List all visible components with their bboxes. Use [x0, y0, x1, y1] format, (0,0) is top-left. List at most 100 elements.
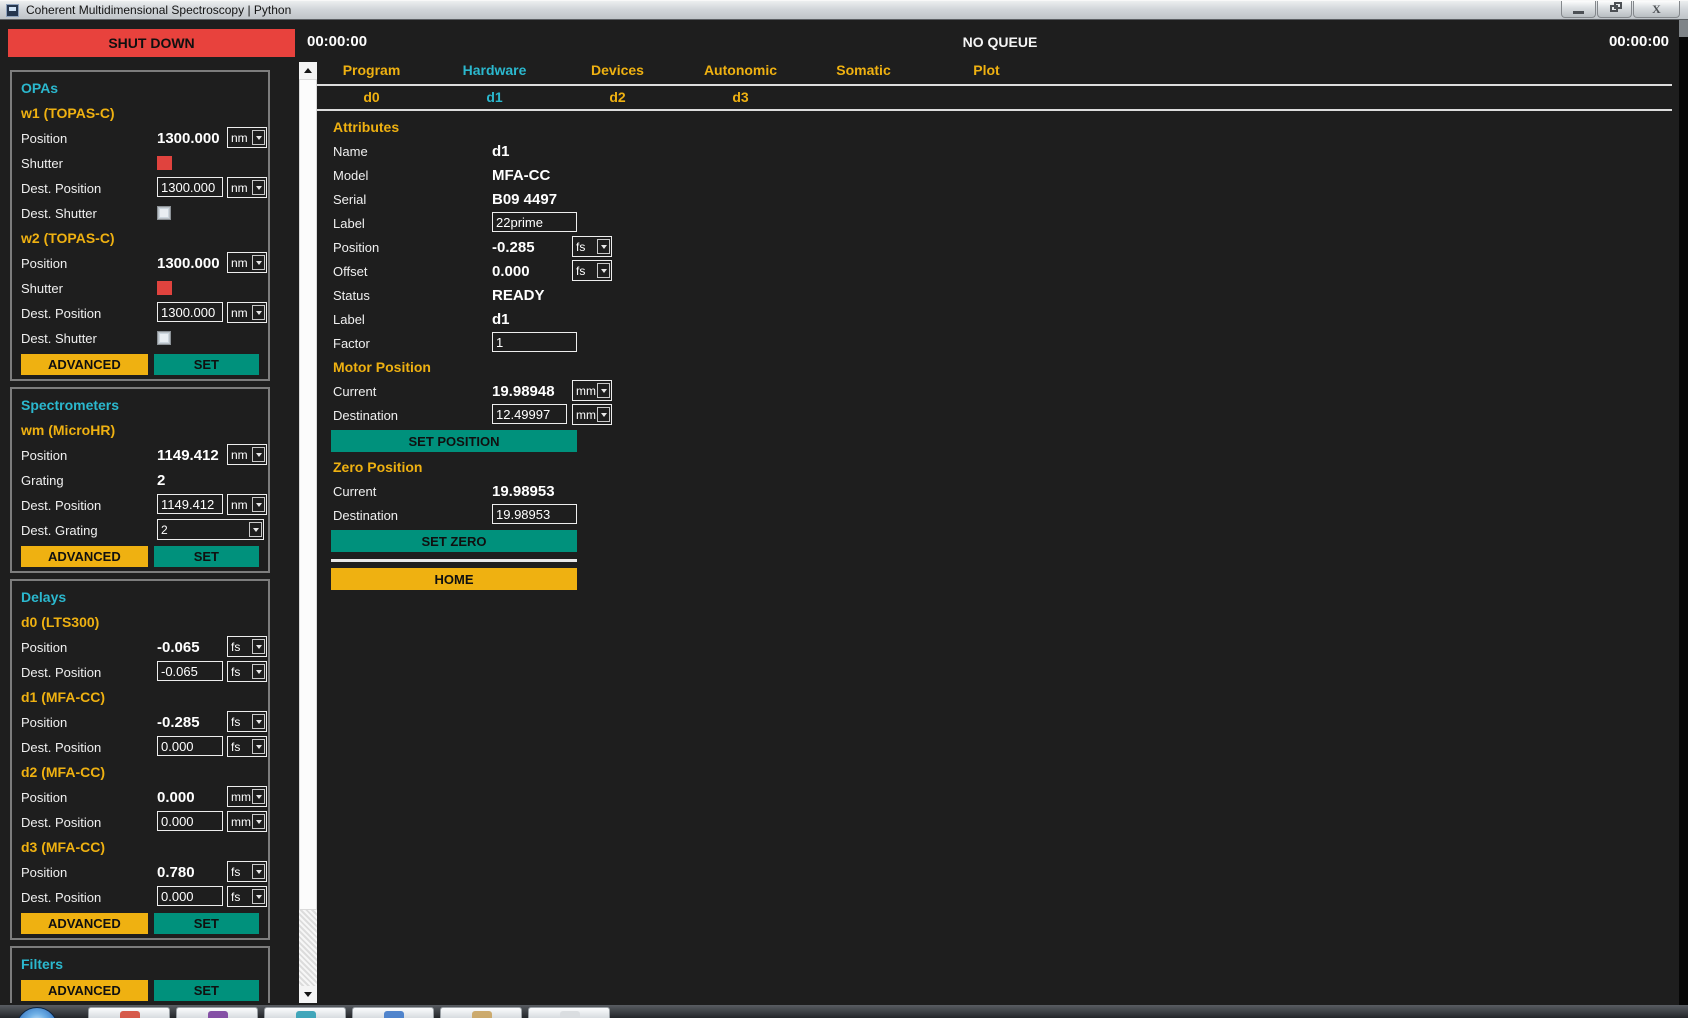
text-input[interactable] — [157, 302, 223, 322]
unit-select[interactable]: fs — [227, 886, 267, 907]
advanced-button[interactable]: ADVANCED — [21, 980, 148, 1001]
dropdown-arrow-icon[interactable] — [252, 639, 265, 654]
checkbox[interactable] — [157, 206, 171, 220]
taskbar-app-6-button[interactable] — [528, 1007, 610, 1018]
unit-select[interactable]: fs — [227, 861, 267, 882]
text-input[interactable] — [492, 404, 567, 424]
dropdown-arrow-icon[interactable] — [252, 789, 265, 804]
shutdown-button[interactable]: SHUT DOWN — [8, 29, 295, 57]
dropdown-arrow-icon[interactable] — [252, 497, 265, 512]
dropdown-arrow-icon[interactable] — [252, 814, 265, 829]
unit-select[interactable]: fs — [572, 236, 612, 257]
unit-select[interactable]: nm — [227, 444, 267, 465]
dropdown-arrow-icon[interactable] — [597, 383, 610, 398]
text-input[interactable] — [157, 886, 223, 906]
tab-plot[interactable]: Plot — [925, 60, 1048, 81]
dropdown-arrow-icon[interactable] — [252, 255, 265, 270]
text-input[interactable] — [492, 212, 577, 232]
value-display: -0.285 — [492, 236, 535, 256]
start-button[interactable] — [16, 1007, 58, 1018]
unit-select[interactable]: mm — [572, 380, 612, 401]
unit-select[interactable]: mm — [227, 811, 267, 832]
text-input[interactable] — [492, 332, 577, 352]
tab-autonomic[interactable]: Autonomic — [679, 60, 802, 81]
subtab-d2[interactable]: d2 — [556, 87, 679, 108]
minimize-button[interactable] — [1561, 1, 1596, 18]
unit-select[interactable]: fs — [227, 711, 267, 732]
os-taskbar — [0, 1005, 1688, 1018]
elapsed-timer: 00:00:00 — [307, 33, 367, 50]
dropdown-arrow-icon[interactable] — [252, 447, 265, 462]
unit-select[interactable]: fs — [227, 661, 267, 682]
taskbar-app-2-button[interactable] — [176, 1007, 258, 1018]
unit-select[interactable]: fs — [227, 736, 267, 757]
dropdown-arrow-icon[interactable] — [252, 864, 265, 879]
set-zero-button[interactable]: SET ZERO — [331, 530, 577, 552]
advanced-button[interactable]: ADVANCED — [21, 913, 148, 934]
dropdown-arrow-icon[interactable] — [252, 889, 265, 904]
tab-program[interactable]: Program — [310, 60, 433, 81]
sidebar-scrollbar[interactable] — [299, 62, 317, 1003]
unit-select[interactable]: nm — [227, 127, 267, 148]
close-button[interactable]: X — [1633, 1, 1680, 18]
set-button[interactable]: SET — [154, 546, 259, 567]
unit-select[interactable]: mm — [227, 786, 267, 807]
unit-select[interactable]: nm — [227, 302, 267, 323]
selected-option: mm — [573, 384, 597, 398]
advanced-button[interactable]: ADVANCED — [21, 354, 148, 375]
dropdown-arrow-icon[interactable] — [249, 522, 262, 537]
tab-hardware[interactable]: Hardware — [433, 60, 556, 81]
dropdown-arrow-icon[interactable] — [252, 664, 265, 679]
unit-select[interactable]: nm — [227, 494, 267, 515]
field-row: StatusREADY — [325, 283, 625, 307]
text-input[interactable] — [492, 504, 577, 524]
dropdown-arrow-icon[interactable] — [597, 239, 610, 254]
field-label: Position — [21, 865, 67, 880]
tab-devices[interactable]: Devices — [556, 60, 679, 81]
taskbar-app-5-button[interactable] — [440, 1007, 522, 1018]
subtab-d3[interactable]: d3 — [679, 87, 802, 108]
dropdown-arrow-icon[interactable] — [597, 263, 610, 278]
field-label: Dest. Position — [21, 740, 101, 755]
scroll-down-button[interactable] — [299, 986, 317, 1003]
advanced-button[interactable]: ADVANCED — [21, 546, 148, 567]
text-input[interactable] — [157, 494, 223, 514]
text-input[interactable] — [157, 177, 223, 197]
home-button[interactable]: HOME — [331, 568, 577, 590]
scrollbar-thumb[interactable] — [299, 79, 317, 910]
dropdown-select[interactable]: 2 — [157, 519, 264, 540]
text-input[interactable] — [157, 736, 223, 756]
selected-option: fs — [228, 740, 252, 754]
taskbar-app-4-button[interactable] — [352, 1007, 434, 1018]
subtab-d0[interactable]: d0 — [310, 87, 433, 108]
set-position-button[interactable]: SET POSITION — [331, 430, 577, 452]
dropdown-arrow-icon[interactable] — [252, 714, 265, 729]
text-input[interactable] — [157, 811, 223, 831]
tab-somatic[interactable]: Somatic — [802, 60, 925, 81]
taskbar-app-1-button[interactable] — [88, 1007, 170, 1018]
scroll-up-button[interactable] — [299, 62, 317, 79]
unit-select[interactable]: fs — [227, 636, 267, 657]
field-row: Position1149.412nm — [12, 443, 268, 468]
unit-select[interactable]: nm — [227, 177, 267, 198]
dropdown-arrow-icon[interactable] — [597, 407, 610, 422]
unit-select[interactable]: fs — [572, 260, 612, 281]
section-title: Motor Position — [333, 359, 431, 375]
dropdown-arrow-icon[interactable] — [252, 180, 265, 195]
set-button[interactable]: SET — [154, 913, 259, 934]
field-row: Destination — [325, 503, 625, 527]
unit-select[interactable]: mm — [572, 404, 612, 425]
dropdown-arrow-icon[interactable] — [252, 305, 265, 320]
set-button[interactable]: SET — [154, 354, 259, 375]
set-button[interactable]: SET — [154, 980, 259, 1001]
restore-button[interactable] — [1597, 1, 1632, 18]
dropdown-arrow-icon[interactable] — [252, 739, 265, 754]
scrollbar-track[interactable] — [299, 910, 317, 986]
subtab-d1[interactable]: d1 — [433, 87, 556, 108]
taskbar-app-3-button[interactable] — [264, 1007, 346, 1018]
text-input[interactable] — [157, 661, 223, 681]
field-label: Position — [21, 790, 67, 805]
checkbox[interactable] — [157, 331, 171, 345]
dropdown-arrow-icon[interactable] — [252, 130, 265, 145]
unit-select[interactable]: nm — [227, 252, 267, 273]
